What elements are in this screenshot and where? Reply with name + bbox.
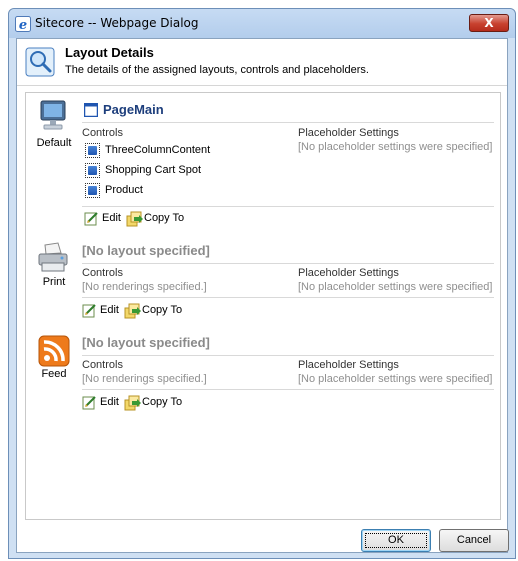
placeholder-heading: Placeholder Settings <box>298 359 399 371</box>
controls-heading: Controls <box>82 267 123 279</box>
control-label: ThreeColumnContent <box>105 144 211 156</box>
divider <box>82 389 494 390</box>
title-bar[interactable]: e Sitecore -- Webpage Dialog X <box>9 9 515 38</box>
dialog-description: The details of the assigned layouts, con… <box>65 64 369 76</box>
cancel-button[interactable]: Cancel <box>439 529 509 552</box>
edit-icon <box>82 396 96 410</box>
rendering-icon <box>85 143 100 158</box>
copy-to-label: Copy To <box>142 396 183 408</box>
divider <box>82 122 494 123</box>
control-label: Shopping Cart Spot <box>105 164 202 176</box>
edit-label: Edit <box>102 212 121 224</box>
dialog-window: e Sitecore -- Webpage Dialog X Layout De… <box>8 8 516 559</box>
magnifier-icon <box>25 47 55 77</box>
edit-icon <box>82 304 96 318</box>
edit-label: Edit <box>100 396 119 408</box>
rendering-icon <box>85 183 100 198</box>
device-label-feed: Feed <box>41 368 67 380</box>
rendering-icon <box>85 163 100 178</box>
window-title: Sitecore -- Webpage Dialog <box>35 16 199 30</box>
copy-to-icon <box>126 211 143 227</box>
copy-to-icon <box>124 395 141 411</box>
control-label: Product <box>105 184 143 196</box>
placeholder-empty-text: [No placeholder settings were specified] <box>298 281 493 293</box>
copy-to-label: Copy To <box>142 304 183 316</box>
placeholder-heading: Placeholder Settings <box>298 267 399 279</box>
device-label-default: Default <box>36 137 72 149</box>
rss-feed-icon <box>38 335 70 367</box>
controls-heading: Controls <box>82 127 123 139</box>
placeholder-heading: Placeholder Settings <box>298 127 399 139</box>
layout-name-default[interactable]: PageMain <box>103 102 164 117</box>
internet-explorer-icon: e <box>15 16 31 32</box>
ok-button[interactable]: OK <box>361 529 431 552</box>
dialog-header: Layout Details The details of the assign… <box>17 39 507 91</box>
divider <box>82 263 494 264</box>
edit-label: Edit <box>100 304 119 316</box>
close-button[interactable]: X <box>469 14 509 32</box>
controls-empty-text: [No renderings specified.] <box>82 373 207 385</box>
dialog-body: Layout Details The details of the assign… <box>16 38 509 553</box>
svg-text:e: e <box>19 18 27 32</box>
focus-ring <box>365 533 427 548</box>
edit-icon <box>84 212 98 226</box>
layout-name-print: [No layout specified] <box>82 243 210 258</box>
header-divider <box>17 85 507 86</box>
placeholder-empty-text: [No placeholder settings were specified] <box>298 141 493 153</box>
dialog-title: Layout Details <box>65 45 154 60</box>
divider <box>82 297 494 298</box>
divider <box>82 206 494 207</box>
printer-icon <box>38 242 68 272</box>
layout-icon <box>84 103 98 117</box>
divider <box>82 355 494 356</box>
copy-to-icon <box>124 303 141 319</box>
cancel-label: Cancel <box>456 534 492 546</box>
layout-name-feed: [No layout specified] <box>82 335 210 350</box>
placeholder-empty-text: [No placeholder settings were specified] <box>298 373 493 385</box>
copy-to-label: Copy To <box>144 212 185 224</box>
controls-heading: Controls <box>82 359 123 371</box>
layout-details-panel: Default PageMain Controls Placeholder Se… <box>25 92 501 520</box>
device-label-print: Print <box>42 276 66 288</box>
controls-empty-text: [No renderings specified.] <box>82 281 207 293</box>
monitor-icon <box>40 100 66 130</box>
